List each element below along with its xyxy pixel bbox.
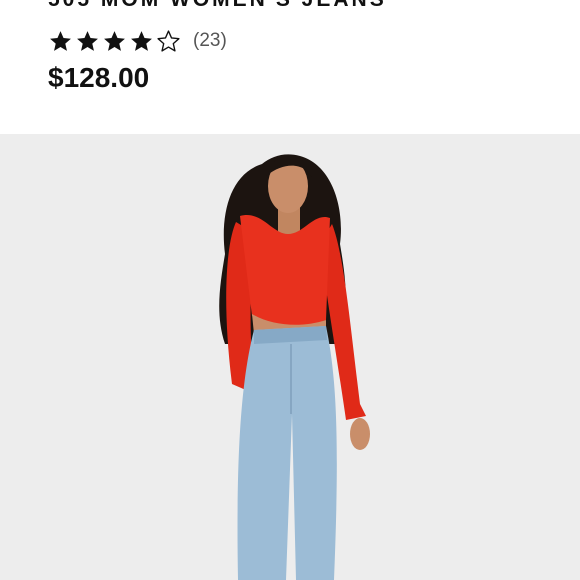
star-filled-icon xyxy=(50,30,71,51)
star-rating xyxy=(48,29,181,54)
product-price: $128.00 xyxy=(48,62,150,93)
product-rating[interactable]: (23) xyxy=(48,26,227,56)
product-photo[interactable] xyxy=(0,134,580,580)
product-title: 505 MOM WOMEN'S JEANS xyxy=(48,0,387,12)
model-illustration xyxy=(0,134,580,580)
review-count[interactable]: (23) xyxy=(193,30,227,52)
star-empty-icon xyxy=(157,29,180,52)
star-filled-icon xyxy=(104,30,125,51)
star-filled-icon xyxy=(77,30,98,51)
star-filled-icon xyxy=(131,30,152,51)
